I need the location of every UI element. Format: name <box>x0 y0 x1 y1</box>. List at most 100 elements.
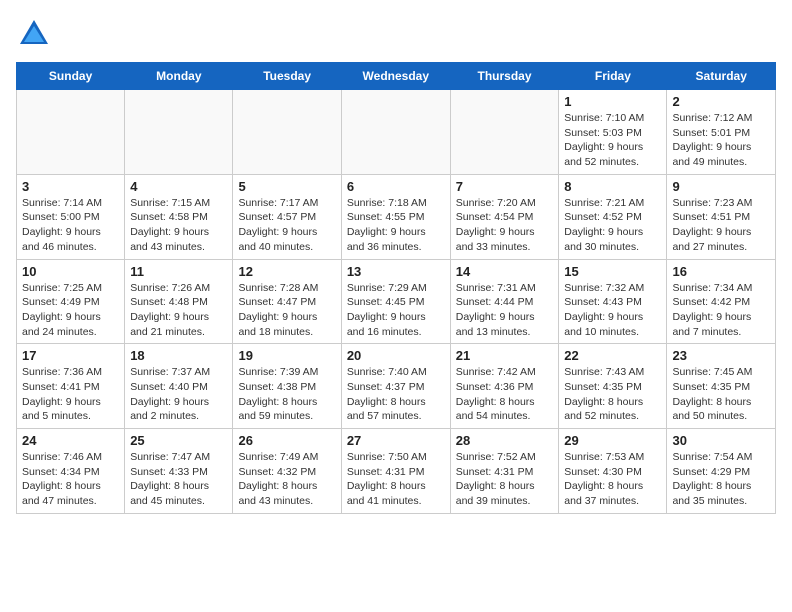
day-number: 13 <box>347 264 445 279</box>
calendar-cell: 19Sunrise: 7:39 AM Sunset: 4:38 PM Dayli… <box>233 344 341 429</box>
day-info: Sunrise: 7:14 AM Sunset: 5:00 PM Dayligh… <box>22 196 119 255</box>
calendar-cell: 5 Sunrise: 7:17 AM Sunset: 4:57 PM Daylig… <box>233 174 341 259</box>
day-number: 20 <box>347 348 445 363</box>
day-number: 4 <box>130 179 227 194</box>
day-info: Sunrise: 7:29 AM Sunset: 4:45 PM Dayligh… <box>347 281 445 340</box>
weekday-header-saturday: Saturday <box>667 63 776 90</box>
day-number: 9 <box>672 179 770 194</box>
day-info: Sunrise: 7:40 AM Sunset: 4:37 PM Dayligh… <box>347 365 445 424</box>
day-number: 16 <box>672 264 770 279</box>
day-number: 24 <box>22 433 119 448</box>
week-row-1: 1 Sunrise: 7:10 AM Sunset: 5:03 PM Daylig… <box>17 90 776 175</box>
logo-icon <box>16 16 52 52</box>
calendar-cell: 18 Sunrise: 7:37 AM Sunset: 4:40 PM Dayli… <box>125 344 233 429</box>
weekday-header-sunday: Sunday <box>17 63 125 90</box>
day-info: Sunrise: 7:50 AM Sunset: 4:31 PM Dayligh… <box>347 450 445 509</box>
day-info: Sunrise: 7:52 AM Sunset: 4:31 PM Dayligh… <box>456 450 554 509</box>
calendar-cell: 30Sunrise: 7:54 AM Sunset: 4:29 PM Dayli… <box>667 429 776 514</box>
day-info: Sunrise: 7:28 AM Sunset: 4:47 PM Dayligh… <box>238 281 335 340</box>
calendar-cell: 8Sunrise: 7:21 AM Sunset: 4:52 PM Daylig… <box>559 174 667 259</box>
day-number: 5 <box>238 179 335 194</box>
calendar-cell: 6 Sunrise: 7:18 AM Sunset: 4:55 PM Daylig… <box>341 174 450 259</box>
calendar-cell: 25Sunrise: 7:47 AM Sunset: 4:33 PM Dayli… <box>125 429 233 514</box>
calendar-cell: 24 Sunrise: 7:46 AM Sunset: 4:34 PM Dayli… <box>17 429 125 514</box>
calendar-cell: 27 Sunrise: 7:50 AM Sunset: 4:31 PM Dayli… <box>341 429 450 514</box>
day-number: 7 <box>456 179 554 194</box>
header <box>16 16 776 52</box>
calendar-cell: 7 Sunrise: 7:20 AM Sunset: 4:54 PM Daylig… <box>450 174 559 259</box>
weekday-header-tuesday: Tuesday <box>233 63 341 90</box>
calendar-cell: 11 Sunrise: 7:26 AM Sunset: 4:48 PM Dayli… <box>125 259 233 344</box>
weekday-header-wednesday: Wednesday <box>341 63 450 90</box>
day-number: 23 <box>672 348 770 363</box>
day-info: Sunrise: 7:25 AM Sunset: 4:49 PM Dayligh… <box>22 281 119 340</box>
calendar-cell: 4 Sunrise: 7:15 AM Sunset: 4:58 PM Daylig… <box>125 174 233 259</box>
calendar-cell: 22Sunrise: 7:43 AM Sunset: 4:35 PM Dayli… <box>559 344 667 429</box>
day-info: Sunrise: 7:36 AM Sunset: 4:41 PM Dayligh… <box>22 365 119 424</box>
day-number: 29 <box>564 433 661 448</box>
day-number: 11 <box>130 264 227 279</box>
day-info: Sunrise: 7:45 AM Sunset: 4:35 PM Dayligh… <box>672 365 770 424</box>
day-info: Sunrise: 7:53 AM Sunset: 4:30 PM Dayligh… <box>564 450 661 509</box>
day-number: 6 <box>347 179 445 194</box>
calendar-cell: 26Sunrise: 7:49 AM Sunset: 4:32 PM Dayli… <box>233 429 341 514</box>
day-number: 18 <box>130 348 227 363</box>
day-number: 10 <box>22 264 119 279</box>
calendar-cell: 2 Sunrise: 7:12 AM Sunset: 5:01 PM Daylig… <box>667 90 776 175</box>
day-info: Sunrise: 7:31 AM Sunset: 4:44 PM Dayligh… <box>456 281 554 340</box>
calendar-cell: 1 Sunrise: 7:10 AM Sunset: 5:03 PM Daylig… <box>559 90 667 175</box>
day-info: Sunrise: 7:18 AM Sunset: 4:55 PM Dayligh… <box>347 196 445 255</box>
week-row-3: 10 Sunrise: 7:25 AM Sunset: 4:49 PM Dayli… <box>17 259 776 344</box>
calendar-cell: 21 Sunrise: 7:42 AM Sunset: 4:36 PM Dayli… <box>450 344 559 429</box>
calendar-cell: 12Sunrise: 7:28 AM Sunset: 4:47 PM Dayli… <box>233 259 341 344</box>
day-info: Sunrise: 7:10 AM Sunset: 5:03 PM Dayligh… <box>564 111 661 170</box>
day-info: Sunrise: 7:47 AM Sunset: 4:33 PM Dayligh… <box>130 450 227 509</box>
calendar-cell: 20 Sunrise: 7:40 AM Sunset: 4:37 PM Dayli… <box>341 344 450 429</box>
calendar: SundayMondayTuesdayWednesdayThursdayFrid… <box>16 62 776 514</box>
day-number: 28 <box>456 433 554 448</box>
day-info: Sunrise: 7:20 AM Sunset: 4:54 PM Dayligh… <box>456 196 554 255</box>
calendar-cell <box>450 90 559 175</box>
day-info: Sunrise: 7:32 AM Sunset: 4:43 PM Dayligh… <box>564 281 661 340</box>
calendar-cell: 17Sunrise: 7:36 AM Sunset: 4:41 PM Dayli… <box>17 344 125 429</box>
day-number: 27 <box>347 433 445 448</box>
weekday-header-friday: Friday <box>559 63 667 90</box>
day-number: 26 <box>238 433 335 448</box>
day-number: 22 <box>564 348 661 363</box>
calendar-cell: 3 Sunrise: 7:14 AM Sunset: 5:00 PM Daylig… <box>17 174 125 259</box>
day-number: 14 <box>456 264 554 279</box>
day-info: Sunrise: 7:17 AM Sunset: 4:57 PM Dayligh… <box>238 196 335 255</box>
day-number: 30 <box>672 433 770 448</box>
weekday-header-row: SundayMondayTuesdayWednesdayThursdayFrid… <box>17 63 776 90</box>
day-info: Sunrise: 7:37 AM Sunset: 4:40 PM Dayligh… <box>130 365 227 424</box>
day-info: Sunrise: 7:26 AM Sunset: 4:48 PM Dayligh… <box>130 281 227 340</box>
calendar-cell <box>125 90 233 175</box>
week-row-2: 3 Sunrise: 7:14 AM Sunset: 5:00 PM Daylig… <box>17 174 776 259</box>
logo <box>16 16 56 52</box>
week-row-4: 17Sunrise: 7:36 AM Sunset: 4:41 PM Dayli… <box>17 344 776 429</box>
calendar-cell <box>233 90 341 175</box>
day-number: 15 <box>564 264 661 279</box>
day-number: 21 <box>456 348 554 363</box>
day-info: Sunrise: 7:15 AM Sunset: 4:58 PM Dayligh… <box>130 196 227 255</box>
weekday-header-monday: Monday <box>125 63 233 90</box>
weekday-header-thursday: Thursday <box>450 63 559 90</box>
day-info: Sunrise: 7:21 AM Sunset: 4:52 PM Dayligh… <box>564 196 661 255</box>
calendar-cell: 10 Sunrise: 7:25 AM Sunset: 4:49 PM Dayli… <box>17 259 125 344</box>
calendar-cell <box>341 90 450 175</box>
day-number: 3 <box>22 179 119 194</box>
calendar-cell: 9Sunrise: 7:23 AM Sunset: 4:51 PM Daylig… <box>667 174 776 259</box>
calendar-cell: 23 Sunrise: 7:45 AM Sunset: 4:35 PM Dayli… <box>667 344 776 429</box>
calendar-cell: 13 Sunrise: 7:29 AM Sunset: 4:45 PM Dayli… <box>341 259 450 344</box>
day-number: 2 <box>672 94 770 109</box>
day-number: 1 <box>564 94 661 109</box>
day-info: Sunrise: 7:39 AM Sunset: 4:38 PM Dayligh… <box>238 365 335 424</box>
calendar-cell <box>17 90 125 175</box>
day-info: Sunrise: 7:46 AM Sunset: 4:34 PM Dayligh… <box>22 450 119 509</box>
day-info: Sunrise: 7:12 AM Sunset: 5:01 PM Dayligh… <box>672 111 770 170</box>
day-info: Sunrise: 7:42 AM Sunset: 4:36 PM Dayligh… <box>456 365 554 424</box>
calendar-cell: 16Sunrise: 7:34 AM Sunset: 4:42 PM Dayli… <box>667 259 776 344</box>
calendar-cell: 29 Sunrise: 7:53 AM Sunset: 4:30 PM Dayli… <box>559 429 667 514</box>
calendar-cell: 14 Sunrise: 7:31 AM Sunset: 4:44 PM Dayli… <box>450 259 559 344</box>
week-row-5: 24 Sunrise: 7:46 AM Sunset: 4:34 PM Dayli… <box>17 429 776 514</box>
